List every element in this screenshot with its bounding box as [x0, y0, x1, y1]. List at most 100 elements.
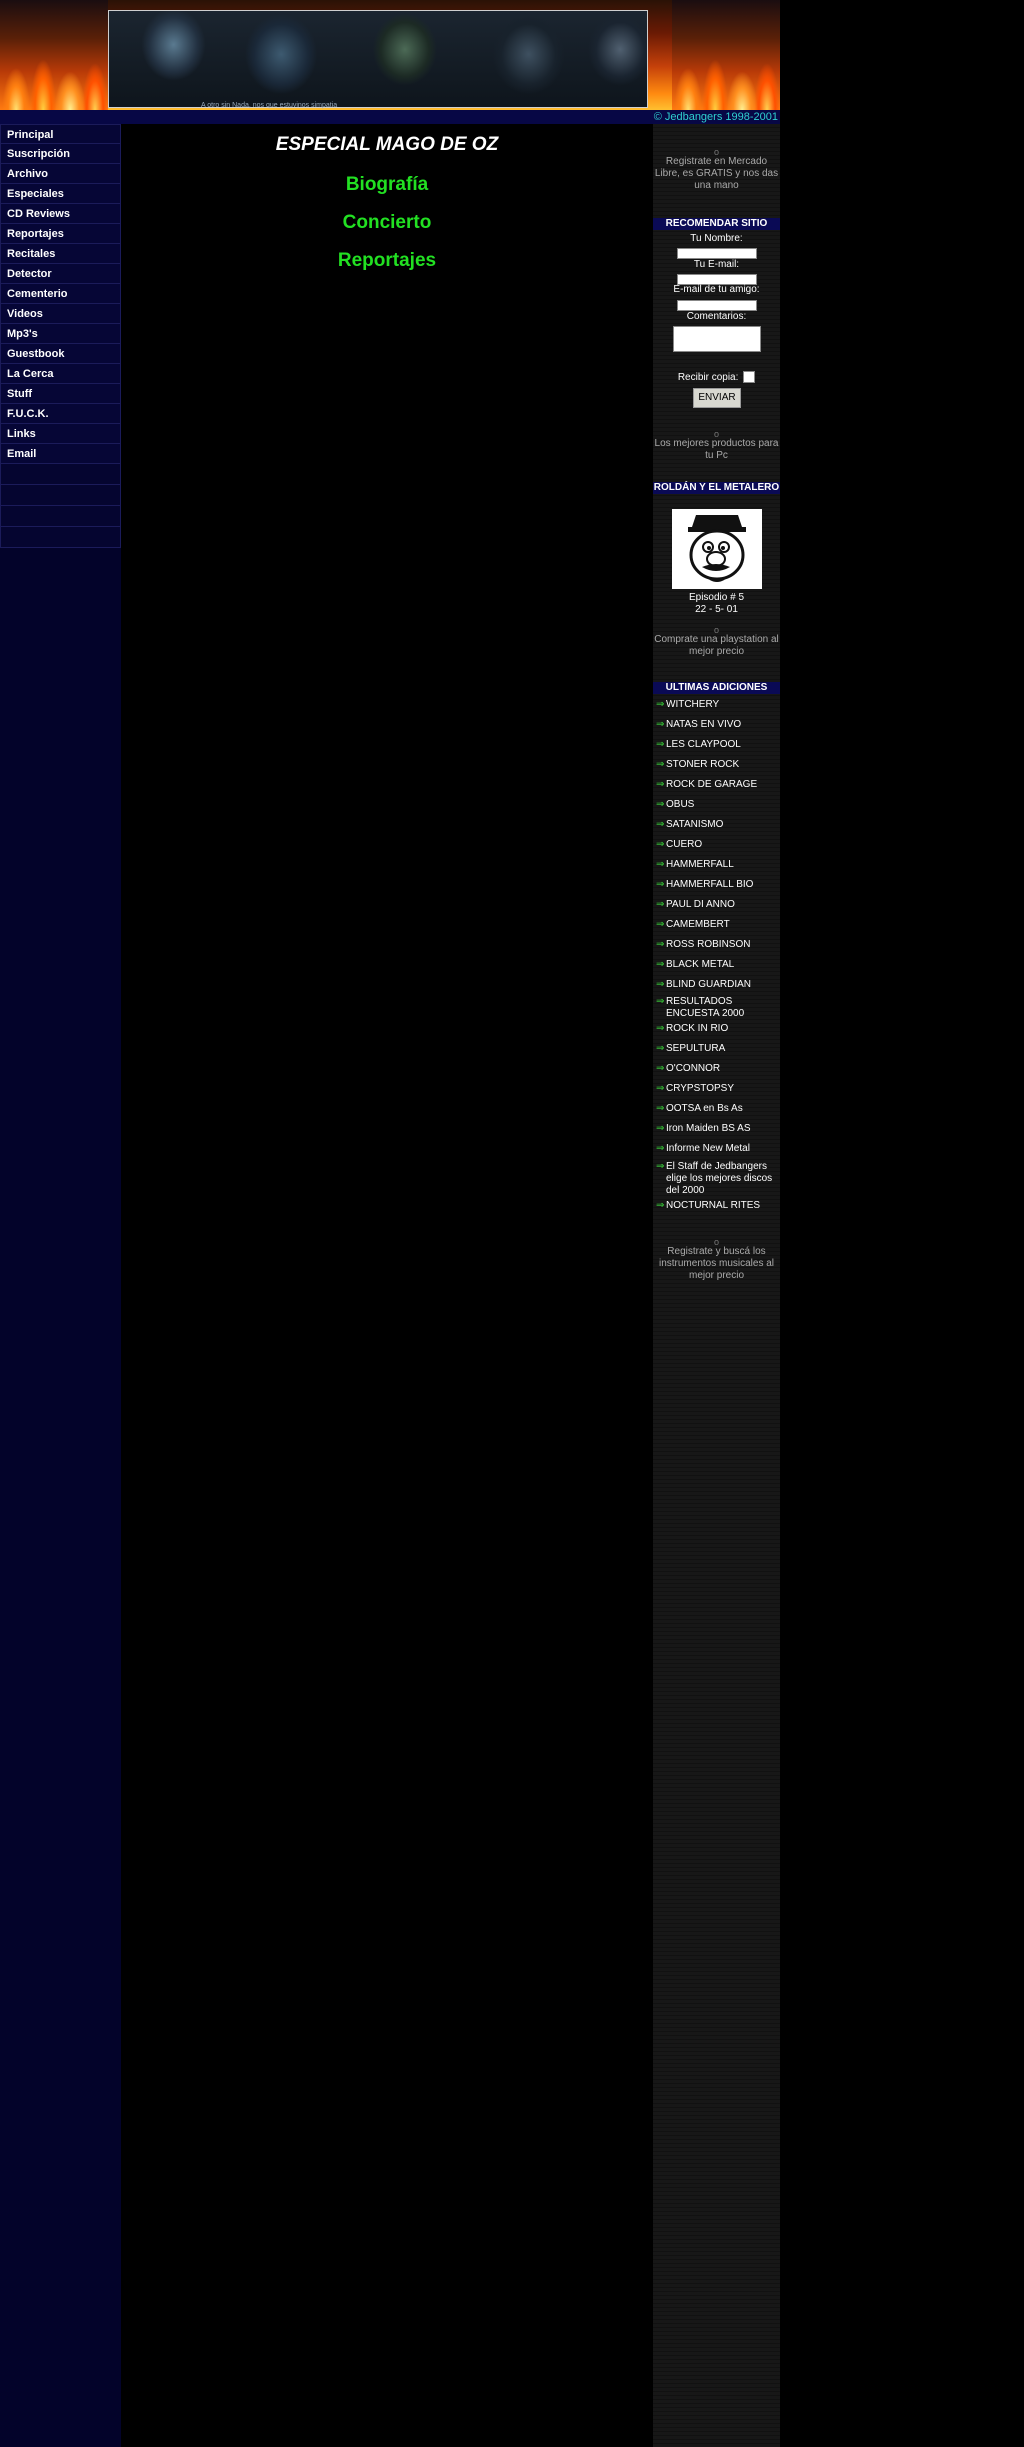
nav-item-fuck[interactable]: F.U.C.K.: [0, 404, 121, 424]
nav-item-cementerio[interactable]: Cementerio: [0, 284, 121, 304]
arrow-right-icon: ⇒: [656, 819, 665, 830]
arrow-right-icon: ⇒: [656, 839, 665, 850]
additions-header: ULTIMAS ADICIONES: [653, 682, 780, 694]
addition-link[interactable]: ⇒ SATANISMO: [653, 819, 780, 831]
addition-link[interactable]: ⇒ ROSS ROBINSON: [653, 939, 780, 951]
arrow-right-icon: ⇒: [656, 879, 665, 890]
addition-link[interactable]: ⇒ CRYPSTOPSY: [653, 1083, 780, 1095]
flames-left-image: [0, 0, 108, 110]
arrow-right-icon: ⇒: [656, 779, 665, 790]
nav-item-principal[interactable]: Principal: [0, 124, 121, 144]
addition-link[interactable]: ⇒ ROCK DE GARAGE: [653, 779, 780, 791]
mercadolibre-ad-text: Registrate en Mercado Libre, es GRATIS y…: [654, 156, 779, 191]
concierto-link[interactable]: Concierto: [121, 212, 653, 234]
pc-products-ad[interactable]: o Los mejores productos para tu Pc: [653, 430, 780, 462]
addition-link[interactable]: ⇒ NOCTURNAL RITES: [653, 1200, 780, 1212]
addition-link[interactable]: ⇒ Informe New Metal: [653, 1143, 780, 1155]
nav-item-especiales[interactable]: Especiales: [0, 184, 121, 204]
reportajes-link[interactable]: Reportajes: [121, 250, 653, 272]
email-label: Tu E-mail:: [693, 259, 740, 270]
nav-item-mp3s[interactable]: Mp3's: [0, 324, 121, 344]
arrow-right-icon: ⇒: [656, 959, 665, 970]
addition-link[interactable]: ⇒ ROCK IN RIO: [653, 1023, 780, 1035]
addition-link[interactable]: ⇒ OOTSA en Bs As: [653, 1103, 780, 1115]
playstation-ad-text: Comprate una playstation al mejor precio: [654, 634, 779, 657]
ad-bullet-icon: o: [713, 429, 719, 439]
nav-empty-slot: [0, 485, 121, 506]
mercadolibre-ad[interactable]: o Registrate en Mercado Libre, es GRATIS…: [653, 148, 780, 192]
addition-link[interactable]: ⇒ CAMEMBERT: [653, 919, 780, 931]
arrow-right-icon: ⇒: [656, 1103, 665, 1114]
arrow-right-icon: ⇒: [656, 1043, 665, 1054]
addition-link[interactable]: ⇒ WITCHERY: [653, 699, 780, 711]
nav-item-suscripcion[interactable]: Suscripción: [0, 144, 121, 164]
nav-item-videos[interactable]: Videos: [0, 304, 121, 324]
addition-link[interactable]: ⇒ OBUS: [653, 799, 780, 811]
recommend-header: RECOMENDAR SITIO: [653, 218, 780, 230]
addition-link[interactable]: ⇒ STONER ROCK: [653, 759, 780, 771]
page: A otro sin Nada, nos que estuvinos simpa…: [0, 0, 780, 2447]
roldan-header: ROLDÁN Y EL METALERO: [653, 482, 780, 494]
addition-link[interactable]: ⇒ El Staff de Jedbangers elige los mejore…: [653, 1161, 780, 1197]
nav-item-stuff[interactable]: Stuff: [0, 384, 121, 404]
addition-link[interactable]: ⇒ Iron Maiden BS AS: [653, 1123, 780, 1135]
send-button[interactable]: ENVIAR: [693, 388, 741, 408]
copyright-text: © Jedbangers 1998-2001: [653, 111, 778, 123]
nav-item-email[interactable]: Email: [0, 444, 121, 464]
copy-row: Recibir copia:: [653, 371, 780, 384]
arrow-right-icon: ⇒: [656, 1023, 665, 1034]
roldan-comic-image[interactable]: [672, 509, 762, 589]
header: A otro sin Nada, nos que estuvinos simpa…: [0, 0, 780, 110]
top-strip: © Jedbangers 1998-2001: [0, 110, 780, 124]
addition-link[interactable]: ⇒ HAMMERFALL: [653, 859, 780, 871]
friend-email-input[interactable]: [677, 300, 757, 311]
nav-item-archivo[interactable]: Archivo: [0, 164, 121, 184]
name-input[interactable]: [677, 248, 757, 259]
flames-right-image: [672, 0, 780, 110]
arrow-right-icon: ⇒: [656, 979, 665, 990]
friend-email-label: E-mail de tu amigo:: [673, 284, 760, 295]
nav-item-la-cerca[interactable]: La Cerca: [0, 364, 121, 384]
playstation-ad[interactable]: o Comprate una playstation al mejor prec…: [653, 626, 780, 658]
left-sidebar: Principal Suscripción Archivo Especiales…: [0, 124, 121, 2447]
addition-link[interactable]: ⇒ SEPULTURA: [653, 1043, 780, 1055]
addition-link[interactable]: ⇒ BLACK METAL: [653, 959, 780, 971]
addition-link[interactable]: ⇒ RESULTADOS ENCUESTA 2000: [653, 996, 780, 1020]
instruments-ad[interactable]: o Registrate y buscá los instrumentos mu…: [653, 1238, 780, 1282]
name-label: Tu Nombre:: [690, 233, 743, 244]
addition-link[interactable]: ⇒ PAUL DI ANNO: [653, 899, 780, 911]
pc-products-ad-text: Los mejores productos para tu Pc: [654, 438, 779, 461]
arrow-right-icon: ⇒: [656, 996, 665, 1007]
cartoon-face-icon: [672, 509, 762, 589]
addition-link[interactable]: ⇒ LES CLAYPOOL: [653, 739, 780, 751]
arrow-right-icon: ⇒: [656, 899, 665, 910]
addition-link[interactable]: ⇒ NATAS EN VIVO: [653, 719, 780, 731]
nav-item-guestbook[interactable]: Guestbook: [0, 344, 121, 364]
main-content: ESPECIAL MAGO DE OZ Biografía Concierto …: [121, 124, 653, 2447]
comments-textarea[interactable]: [673, 326, 761, 352]
arrow-right-icon: ⇒: [656, 1200, 665, 1211]
comments-label: Comentarios:: [686, 311, 747, 322]
addition-link[interactable]: ⇒ CUERO: [653, 839, 780, 851]
nav-empty-slot: [0, 506, 121, 527]
nav-item-reportajes[interactable]: Reportajes: [0, 224, 121, 244]
addition-link[interactable]: ⇒ BLIND GUARDIAN: [653, 979, 780, 991]
addition-link[interactable]: ⇒ O'CONNOR: [653, 1063, 780, 1075]
copy-checkbox[interactable]: [743, 371, 756, 384]
main-nav: Principal Suscripción Archivo Especiales…: [0, 124, 121, 548]
roldan-date: 22 - 5- 01: [695, 604, 738, 615]
arrow-right-icon: ⇒: [656, 939, 665, 950]
nav-item-recitales[interactable]: Recitales: [0, 244, 121, 264]
nav-empty-slot: [0, 464, 121, 485]
nav-item-links[interactable]: Links: [0, 424, 121, 444]
arrow-right-icon: ⇒: [656, 1143, 665, 1154]
biografia-link[interactable]: Biografía: [121, 174, 653, 196]
nav-item-detector[interactable]: Detector: [0, 264, 121, 284]
header-banner-image[interactable]: A otro sin Nada, nos que estuvinos simpa…: [108, 10, 648, 109]
addition-link[interactable]: ⇒ HAMMERFALL BIO: [653, 879, 780, 891]
arrow-right-icon: ⇒: [656, 759, 665, 770]
ad-bullet-icon: o: [713, 625, 719, 635]
arrow-right-icon: ⇒: [656, 699, 665, 710]
nav-item-cd-reviews[interactable]: CD Reviews: [0, 204, 121, 224]
arrow-right-icon: ⇒: [656, 719, 665, 730]
